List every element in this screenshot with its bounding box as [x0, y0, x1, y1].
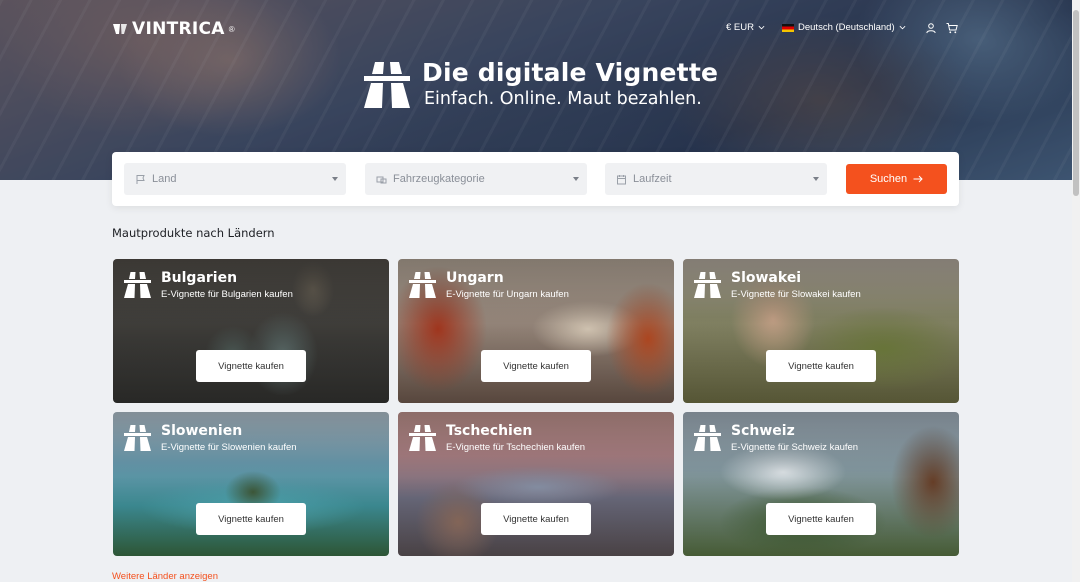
buy-vignette-button[interactable]: Vignette kaufen: [766, 503, 876, 535]
search-button[interactable]: Suchen: [846, 164, 947, 194]
buy-vignette-button[interactable]: Vignette kaufen: [196, 503, 306, 535]
caret-down-icon: [332, 177, 338, 181]
card-subtitle: E-Vignette für Slowenien kaufen: [161, 442, 297, 453]
scrollbar-thumb[interactable]: [1073, 10, 1079, 196]
section-title: Mautprodukte nach Ländern: [112, 226, 275, 240]
brand-registered-mark: ®: [228, 24, 235, 34]
chevron-down-icon: [758, 25, 765, 30]
chevron-down-icon: [899, 25, 906, 30]
buy-vignette-button[interactable]: Vignette kaufen: [481, 503, 591, 535]
vehicle-icon: [376, 176, 387, 183]
highway-icon: [364, 62, 410, 108]
cart-icon[interactable]: [946, 22, 958, 34]
language-label: Deutsch (Deutschland): [798, 22, 895, 33]
highway-icon: [409, 425, 436, 451]
caret-down-icon: [813, 177, 819, 181]
brand-logo[interactable]: VINTRICA ®: [112, 19, 235, 39]
top-navigation: VINTRICA ® € EUR Deutsch (Deutschland): [0, 0, 1072, 58]
more-countries-link[interactable]: Weitere Länder anzeigen: [112, 571, 218, 582]
hero-subtitle: Einfach. Online. Maut bezahlen.: [424, 89, 702, 109]
search-panel: Land Fahrzeugkategorie Laufzeit Suchen: [112, 152, 959, 206]
calendar-icon: [617, 174, 626, 184]
country-card-slowakei[interactable]: Slowakei E-Vignette für Slowakei kaufen …: [683, 259, 959, 403]
card-subtitle: E-Vignette für Bulgarien kaufen: [161, 289, 293, 300]
highway-icon: [409, 272, 436, 298]
vintrica-logo-icon: [113, 24, 127, 34]
country-card-ungarn[interactable]: Ungarn E-Vignette für Ungarn kaufen Vign…: [398, 259, 674, 403]
card-country-name: Schweiz: [731, 423, 795, 439]
card-country-name: Bulgarien: [161, 270, 238, 286]
vehicle-category-select[interactable]: Fahrzeugkategorie: [365, 163, 587, 195]
currency-selector[interactable]: € EUR: [726, 22, 765, 33]
user-icon[interactable]: [925, 22, 937, 34]
country-card-tschechien[interactable]: Tschechien E-Vignette für Tschechien kau…: [398, 412, 674, 556]
arrow-right-icon: [913, 175, 923, 183]
card-subtitle: E-Vignette für Slowakei kaufen: [731, 289, 861, 300]
card-country-name: Ungarn: [446, 270, 504, 286]
hero-title: Die digitale Vignette: [422, 58, 719, 87]
country-card-schweiz[interactable]: Schweiz E-Vignette für Schweiz kaufen Vi…: [683, 412, 959, 556]
country-select[interactable]: Land: [124, 163, 346, 195]
duration-placeholder: Laufzeit: [633, 173, 672, 185]
highway-icon: [694, 425, 721, 451]
page-scrollbar[interactable]: [1072, 0, 1080, 582]
caret-down-icon: [573, 177, 579, 181]
country-select-placeholder: Land: [152, 173, 177, 185]
currency-label: € EUR: [726, 22, 754, 33]
germany-flag-icon: [782, 23, 794, 32]
card-subtitle: E-Vignette für Ungarn kaufen: [446, 289, 569, 300]
language-selector[interactable]: Deutsch (Deutschland): [782, 22, 906, 33]
brand-name: VINTRICA: [132, 19, 225, 39]
hero-headline: Die digitale Vignette Einfach. Online. M…: [362, 58, 718, 110]
highway-icon: [124, 272, 151, 298]
buy-vignette-button[interactable]: Vignette kaufen: [196, 350, 306, 382]
buy-vignette-button[interactable]: Vignette kaufen: [481, 350, 591, 382]
highway-icon: [124, 425, 151, 451]
country-card-bulgarien[interactable]: Bulgarien E-Vignette für Bulgarien kaufe…: [113, 259, 389, 403]
highway-icon: [694, 272, 721, 298]
card-subtitle: E-Vignette für Schweiz kaufen: [731, 442, 859, 453]
country-card-slowenien[interactable]: Slowenien E-Vignette für Slowenien kaufe…: [113, 412, 389, 556]
card-country-name: Slowenien: [161, 423, 243, 439]
search-button-label: Suchen: [869, 173, 908, 185]
vehicle-category-placeholder: Fahrzeugkategorie: [393, 173, 485, 185]
duration-select[interactable]: Laufzeit: [605, 163, 827, 195]
card-country-name: Tschechien: [446, 423, 533, 439]
card-subtitle: E-Vignette für Tschechien kaufen: [446, 442, 586, 453]
flag-icon: [136, 174, 145, 184]
buy-vignette-button[interactable]: Vignette kaufen: [766, 350, 876, 382]
card-country-name: Slowakei: [731, 270, 802, 286]
